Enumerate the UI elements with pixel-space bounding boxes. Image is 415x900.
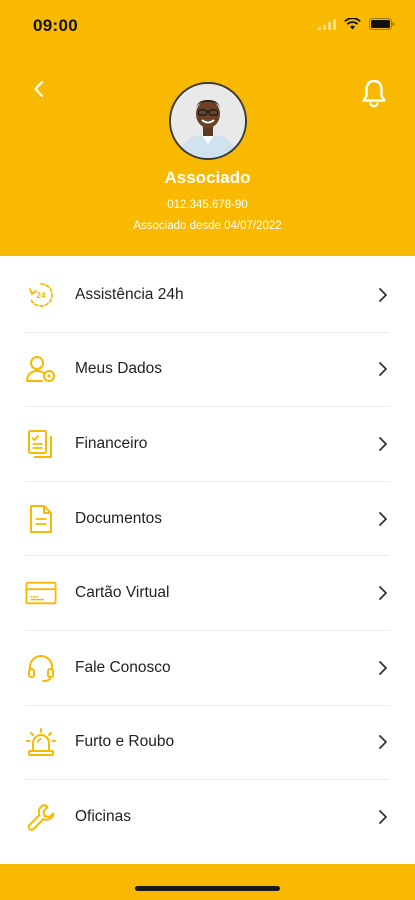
menu-list: 24 Assistência 24h Meus Dados Financeiro… — [0, 258, 415, 855]
user-photo-icon — [171, 84, 245, 158]
bottom-bar — [0, 864, 415, 900]
menu-item-oficinas[interactable]: Oficinas — [25, 780, 390, 855]
chevron-right-icon — [376, 585, 390, 601]
chevron-left-icon — [34, 80, 44, 98]
menu-item-assistencia[interactable]: 24 Assistência 24h — [25, 258, 390, 333]
finance-documents-icon — [25, 428, 57, 460]
assistance-24h-icon: 24 — [25, 279, 57, 311]
svg-text:24: 24 — [37, 291, 46, 300]
user-settings-icon — [25, 353, 57, 385]
status-time: 09:00 — [33, 16, 78, 35]
menu-item-meus-dados[interactable]: Meus Dados — [25, 333, 390, 408]
bell-icon — [362, 79, 386, 108]
headset-icon — [25, 652, 57, 684]
menu-item-label: Assistência 24h — [75, 285, 184, 303]
menu-item-cartao-virtual[interactable]: Cartão Virtual — [25, 556, 390, 631]
chevron-right-icon — [376, 361, 390, 377]
menu-item-label: Documentos — [75, 509, 163, 527]
menu-item-label: Furto e Roubo — [75, 733, 175, 751]
chevron-right-icon — [376, 287, 390, 303]
avatar[interactable] — [169, 82, 247, 160]
wrench-icon — [25, 801, 57, 833]
menu-item-label: Fale Conosco — [75, 658, 171, 676]
menu-item-label: Cartão Virtual — [75, 584, 170, 602]
home-indicator[interactable] — [135, 886, 280, 891]
menu-item-furto-roubo[interactable]: Furto e Roubo — [25, 706, 390, 781]
status-icons — [318, 18, 395, 30]
menu-item-label: Financeiro — [75, 434, 148, 452]
battery-icon — [369, 18, 395, 30]
chevron-right-icon — [376, 511, 390, 527]
chevron-right-icon — [376, 660, 390, 676]
member-since: Associado desde 04/07/2022 — [133, 220, 282, 232]
card-icon — [25, 577, 57, 609]
signal-icon — [318, 18, 336, 30]
menu-item-label: Oficinas — [75, 808, 131, 826]
menu-item-financeiro[interactable]: Financeiro — [25, 407, 390, 482]
chevron-right-icon — [376, 809, 390, 825]
document-icon — [25, 503, 57, 535]
status-bar: 09:00 — [0, 0, 415, 52]
member-name: Associado — [164, 168, 251, 187]
chevron-right-icon — [376, 734, 390, 750]
wifi-icon — [344, 18, 361, 30]
profile-header: 09:00 Associado 012.345.678-90 Associado… — [0, 0, 415, 256]
siren-icon — [25, 726, 57, 758]
menu-item-fale-conosco[interactable]: Fale Conosco — [25, 631, 390, 706]
chevron-right-icon — [376, 436, 390, 452]
menu-item-documentos[interactable]: Documentos — [25, 482, 390, 557]
member-document: 012.345.678-90 — [167, 199, 248, 211]
notifications-button[interactable] — [358, 76, 390, 110]
menu-item-label: Meus Dados — [75, 360, 163, 378]
back-button[interactable] — [26, 76, 52, 102]
